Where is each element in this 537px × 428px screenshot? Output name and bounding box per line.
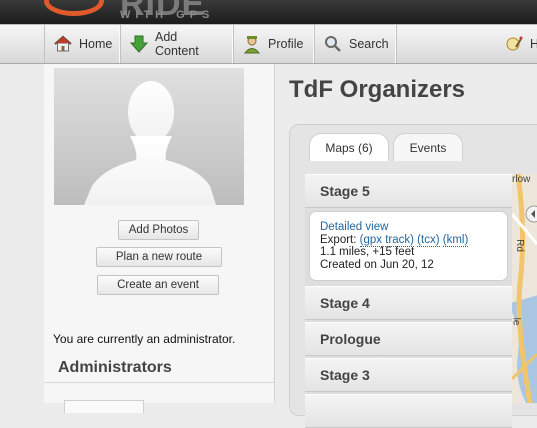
brand-bar: RIDE WITH GPS: [0, 0, 537, 24]
sidebar: Add Photos Plan a new route Create an ev…: [44, 64, 275, 413]
administrators-heading: Administrators: [58, 359, 172, 376]
nav-item-profile[interactable]: Profile: [233, 25, 314, 63]
page-title: TdF Organizers: [289, 76, 466, 103]
nav-item-add-content[interactable]: Add Content: [120, 25, 233, 63]
created-date: Created on Jun 20, 12: [320, 258, 434, 271]
nav-item-home[interactable]: Home: [44, 25, 120, 63]
route-map[interactable]: rlow Rd le: [512, 174, 537, 403]
nav-label-search: Search: [349, 37, 389, 51]
create-event-button[interactable]: Create an event: [97, 275, 219, 295]
plan-route-button[interactable]: Plan a new route: [96, 247, 222, 267]
nav-label-help: He: [530, 37, 537, 51]
stage-item[interactable]: Stage 3: [305, 358, 512, 392]
stage-item[interactable]: Stage 5: [305, 174, 512, 208]
administrator-entry[interactable]: [64, 400, 144, 413]
map-label: rlow: [512, 174, 531, 185]
logo-ring[interactable]: [44, 0, 104, 16]
detailed-view-link[interactable]: Detailed view: [320, 221, 388, 233]
stage-item[interactable]: Stage 4: [305, 286, 512, 320]
map-detail-card: Detailed view Export: (gpx track) (tcx) …: [309, 211, 508, 281]
export-tcx-link[interactable]: (tcx): [417, 233, 440, 247]
tab-events[interactable]: Events: [393, 133, 463, 161]
logo-subtitle: WITH GPS: [120, 9, 215, 21]
export-kml-link[interactable]: (kml): [442, 233, 469, 247]
admin-note: You are currently an administrator.: [53, 332, 236, 346]
map-label: Rd: [513, 239, 525, 252]
search-icon: [323, 34, 343, 54]
route-stats: 1.1 miles, +15 feet: [320, 246, 415, 258]
stage-item[interactable]: Prologue: [305, 322, 512, 356]
export-gpx-link[interactable]: (gpx track): [359, 233, 414, 247]
nav-item-search[interactable]: Search: [314, 25, 396, 63]
map-canvas: [512, 174, 537, 403]
nav-label-add-content: Add Content: [155, 30, 199, 58]
nav-item-help[interactable]: He: [496, 25, 537, 63]
profile-icon: [242, 34, 262, 54]
nav-label-profile: Profile: [268, 37, 304, 51]
nav-gap: [396, 25, 496, 63]
add-arrow-icon: [129, 34, 149, 54]
export-label: Export:: [320, 233, 357, 246]
divider: [44, 382, 274, 383]
map-label: le: [512, 317, 522, 326]
nav-label-home: Home: [79, 37, 113, 51]
tab-maps[interactable]: Maps (6): [309, 133, 389, 161]
home-icon: [53, 34, 73, 54]
add-photos-button[interactable]: Add Photos: [118, 220, 199, 240]
avatar[interactable]: [54, 68, 244, 205]
help-icon: [504, 34, 524, 54]
stage-item[interactable]: [305, 394, 512, 428]
nav-bar: Home Add Content Profile Search H: [0, 24, 537, 64]
avatar-silhouette-icon: [84, 81, 216, 205]
